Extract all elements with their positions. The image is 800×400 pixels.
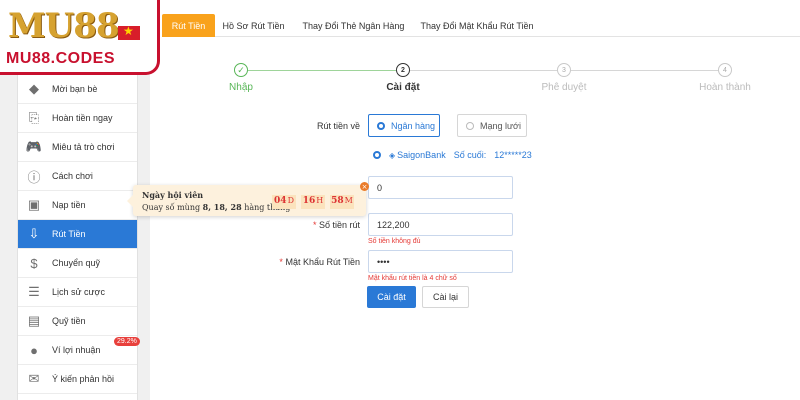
feedback-icon: ✉ bbox=[28, 371, 40, 386]
promo-popup: Ngày hội viên Quay số mùng 8, 18, 28 hàn… bbox=[127, 182, 369, 216]
reset-button[interactable]: Cài lại bbox=[422, 286, 469, 308]
sidebar-item-2[interactable]: ⎘ Hoàn tiền ngay bbox=[18, 104, 137, 133]
countdown-hours: 16 H bbox=[301, 195, 325, 209]
step-connector-2 bbox=[410, 70, 557, 71]
sidebar-item-label: Ví lợi nhuận bbox=[52, 345, 101, 355]
sidebar-item-label: Rút Tiền bbox=[52, 229, 86, 239]
bank-account-option[interactable]: ◈ SaigonBank Số cuối: 12*****23 bbox=[373, 150, 532, 160]
tab-bar: Rút Tiền Hồ Sơ Rút Tiền Thay Đổi Thẻ Ngâ… bbox=[162, 14, 800, 37]
sidebar-item-4[interactable]: ⓘ Cách chơi bbox=[18, 162, 137, 191]
amount-input[interactable] bbox=[368, 213, 513, 236]
promo-title: Ngày hội viên bbox=[142, 190, 204, 200]
transfer-icon: $ bbox=[30, 255, 38, 271]
sidebar: ◆ Mời bạn bè ⎘ Hoàn tiền ngay 🎮 Miêu tả trò c… bbox=[17, 74, 140, 400]
amount-label: * Số tiền rút bbox=[312, 220, 360, 230]
radio-icon bbox=[466, 121, 474, 130]
step-3-marker: 3 bbox=[557, 63, 571, 77]
sidebar-item-9[interactable]: ▤ Quỹ tiền bbox=[18, 307, 137, 336]
bank-logo-icon: ◈ bbox=[389, 150, 396, 160]
sidebar-item-11[interactable]: ✉ Ý kiến phản hồi bbox=[18, 365, 137, 394]
logo-site-name: MU88.CODES bbox=[6, 50, 116, 67]
profit-badge: 29.2% bbox=[114, 337, 140, 346]
amount-error: Số tiền không đủ bbox=[368, 238, 421, 245]
method-option-network[interactable]: Mạng lưới bbox=[457, 114, 527, 137]
sidebar-item-label: Hoàn tiền ngay bbox=[52, 113, 113, 123]
logo-mark: MU88 bbox=[8, 6, 120, 46]
countdown-minutes: 58 M bbox=[330, 195, 354, 209]
info-icon: ⓘ bbox=[27, 169, 41, 185]
gamepad-icon: 🎮 bbox=[25, 139, 43, 154]
sidebar-item-3[interactable]: 🎮 Miêu tả trò chơi bbox=[18, 133, 137, 162]
piggy-bank-icon: ● bbox=[30, 342, 38, 358]
step-3-label: Phê duyệt bbox=[541, 82, 587, 93]
sidebar-item-10[interactable]: ● Ví lợi nhuận 29.2% bbox=[18, 336, 140, 365]
step-4-marker: 4 bbox=[718, 63, 732, 77]
last-digits-label: Số cuối: bbox=[453, 150, 487, 160]
withdraw-method-label: Rút tiền về bbox=[316, 121, 360, 131]
last-digits-value: 12*****23 bbox=[494, 150, 532, 160]
countdown-days: 04 D bbox=[272, 195, 296, 209]
tab-withdraw-history[interactable]: Hồ Sơ Rút Tiền bbox=[215, 14, 292, 37]
sidebar-item-label: Miêu tả trò chơi bbox=[52, 142, 115, 152]
refund-icon: ⎘ bbox=[28, 110, 40, 125]
sidebar-item-6[interactable]: ⇩ Rút Tiền bbox=[18, 220, 137, 249]
sidebar-item-label: Ý kiến phản hồi bbox=[52, 374, 115, 384]
brand-logo[interactable]: MU88 MU88.CODES bbox=[0, 0, 160, 75]
sidebar-item-label: Quỹ tiền bbox=[52, 316, 86, 326]
history-icon: ☰ bbox=[28, 284, 40, 299]
diamond-icon: ◆ bbox=[29, 81, 39, 96]
sidebar-item-label: Lịch sử cược bbox=[52, 287, 105, 297]
method-option-bank[interactable]: Ngân hàng bbox=[368, 114, 440, 137]
withdraw-icon: ⇩ bbox=[28, 226, 40, 241]
bank-name: SaigonBank bbox=[397, 150, 446, 160]
step-1-label: Nhập bbox=[229, 82, 253, 93]
tab-change-withdraw-password[interactable]: Thay Đổi Mật Khẩu Rút Tiền bbox=[414, 14, 540, 37]
promo-subtitle: Quay số mùng 8, 18, 28 hàng tháng bbox=[142, 202, 291, 212]
sidebar-item-label: Mời bạn bè bbox=[52, 84, 98, 94]
step-connector-3 bbox=[571, 70, 718, 71]
wallet-icon: ▣ bbox=[27, 197, 41, 212]
step-connector-1 bbox=[248, 70, 396, 71]
step-2-label: Cài đặt bbox=[386, 82, 420, 93]
password-error: Mật khẩu rút tiền là 4 chữ số bbox=[368, 275, 457, 282]
close-icon[interactable]: × bbox=[360, 182, 369, 191]
amount-top-input[interactable] bbox=[368, 176, 513, 199]
password-label: * Mật Khẩu Rút Tiền bbox=[279, 257, 360, 267]
sidebar-item-7[interactable]: $ Chuyển quỹ bbox=[18, 249, 137, 278]
sidebar-item-8[interactable]: ☰ Lịch sử cược bbox=[18, 278, 137, 307]
sidebar-item-label: Cách chơi bbox=[52, 171, 93, 181]
fund-icon: ▤ bbox=[27, 313, 41, 328]
submit-button[interactable]: Cài đặt bbox=[367, 286, 416, 308]
sidebar-item-label: Nạp tiền bbox=[52, 200, 86, 210]
step-4-label: Hoàn thành bbox=[699, 82, 751, 93]
withdraw-password-input[interactable] bbox=[368, 250, 513, 273]
radio-icon bbox=[377, 121, 385, 130]
step-2-marker: 2 bbox=[396, 63, 410, 77]
sidebar-item-1[interactable]: ◆ Mời bạn bè bbox=[18, 75, 137, 104]
step-1-check-icon: ✓ bbox=[234, 63, 248, 77]
sidebar-item-5[interactable]: ▣ Nạp tiền bbox=[18, 191, 137, 220]
tab-withdraw[interactable]: Rút Tiền bbox=[162, 14, 215, 37]
tab-change-bank-card[interactable]: Thay Đổi Thẻ Ngân Hàng bbox=[295, 14, 412, 37]
sidebar-item-label: Chuyển quỹ bbox=[52, 258, 101, 268]
radio-selected-icon bbox=[373, 151, 381, 159]
flag-icon bbox=[118, 24, 140, 40]
